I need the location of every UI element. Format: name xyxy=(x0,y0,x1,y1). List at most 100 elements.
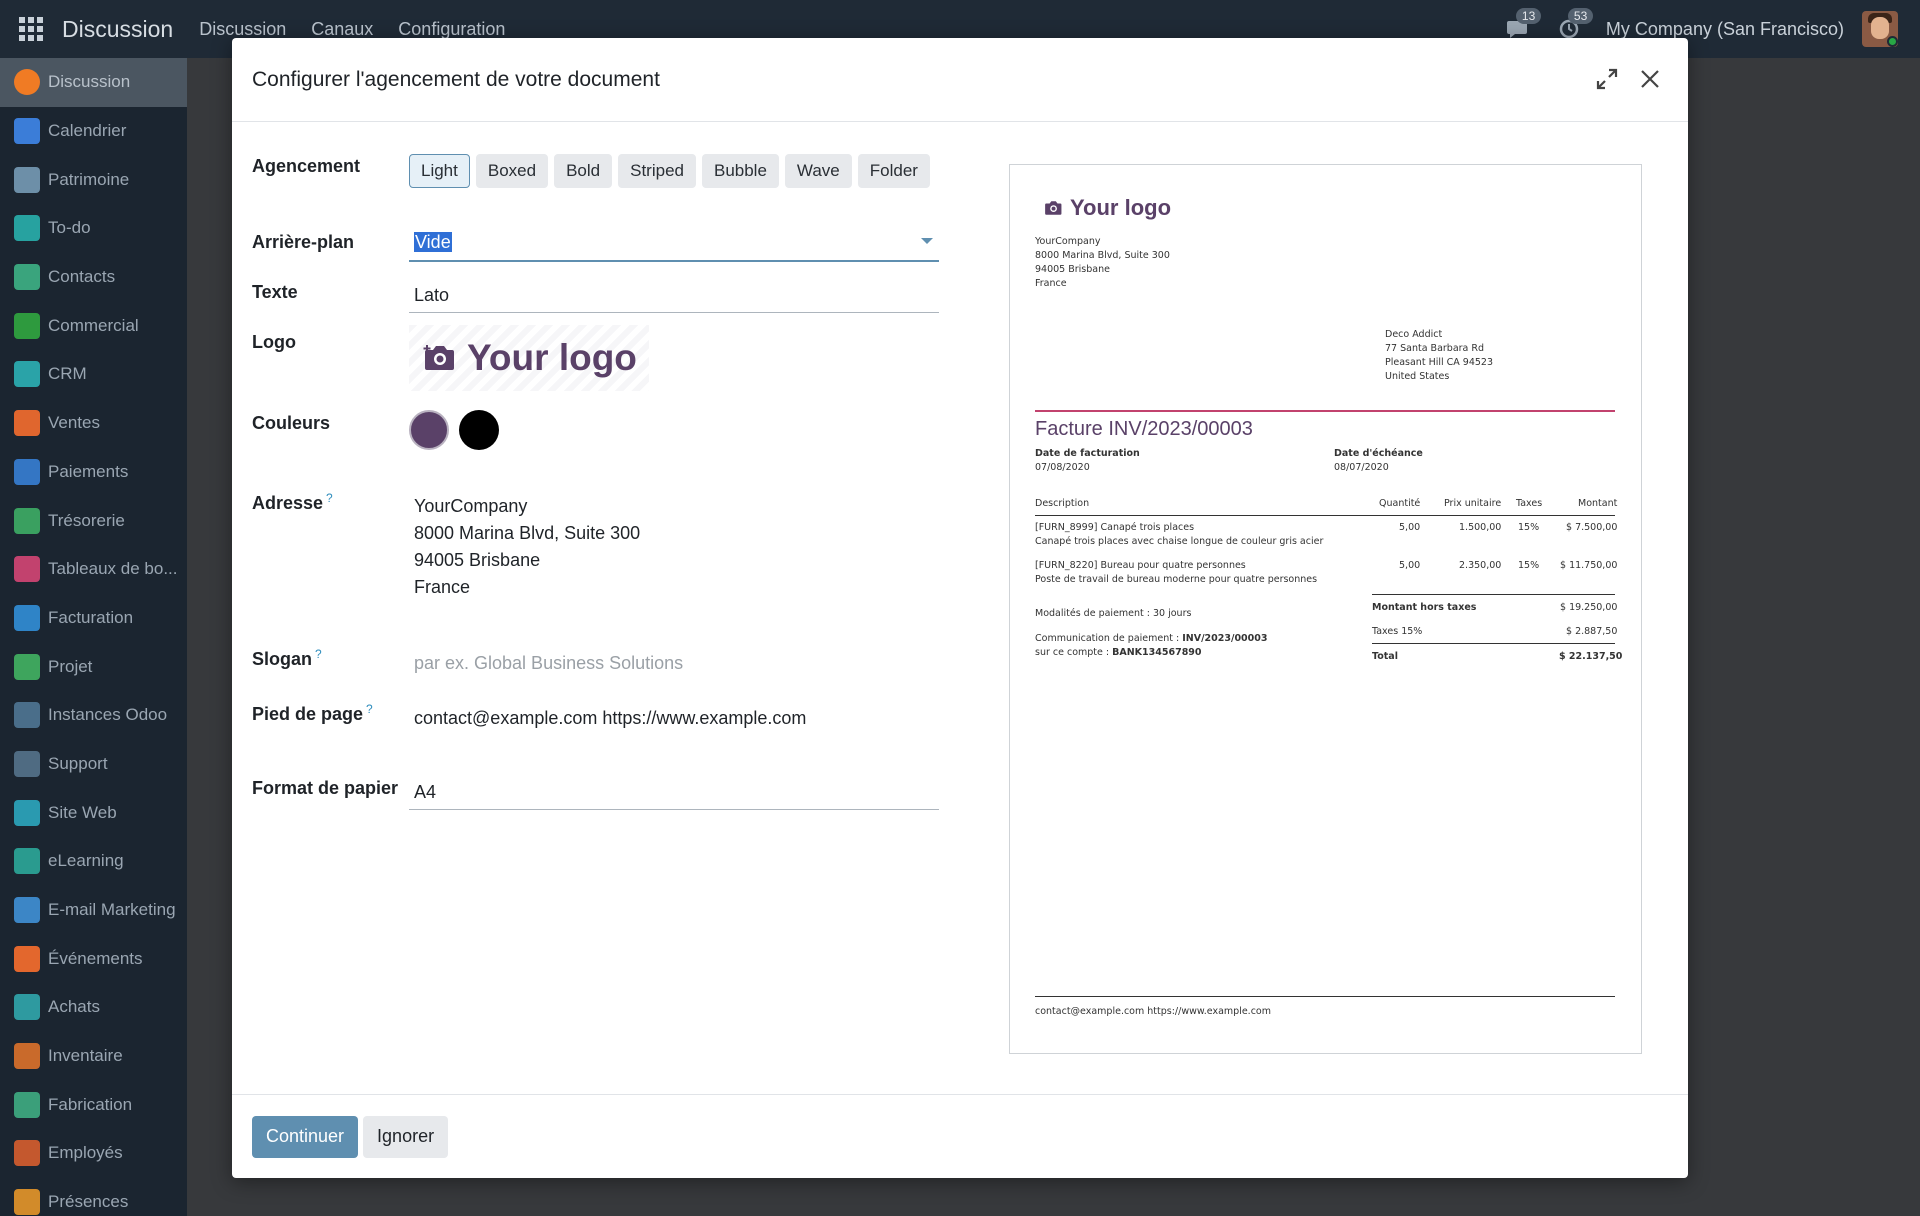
sidebar-item-email-marketing[interactable]: E-mail Marketing xyxy=(0,886,187,935)
sidebar-item-website[interactable]: Site Web xyxy=(0,788,187,837)
preview-company-address: YourCompany 8000 Marina Blvd, Suite 300 … xyxy=(1035,236,1170,289)
help-icon[interactable]: ? xyxy=(366,702,373,716)
primary-color-swatch[interactable] xyxy=(409,410,449,450)
contacts-icon xyxy=(14,264,40,291)
background-select[interactable]: Vide xyxy=(409,228,939,262)
sidebar-item-discussion[interactable]: Discussion xyxy=(0,58,187,107)
menu-configuration[interactable]: Configuration xyxy=(398,19,505,40)
instances-icon xyxy=(14,702,40,729)
tagline-input[interactable]: par ex. Global Business Solutions xyxy=(414,653,683,674)
sidebar-item-todo[interactable]: To-do xyxy=(0,204,187,253)
paper-format-select[interactable]: A4 xyxy=(409,776,939,810)
sidebar-item-payments[interactable]: Paiements xyxy=(0,448,187,497)
preview-logo: Your logo xyxy=(1044,195,1171,221)
sidebar-item-crm[interactable]: CRM xyxy=(0,350,187,399)
elearning-icon xyxy=(14,848,40,875)
preview-col-quantity: Quantité xyxy=(1379,498,1421,509)
sidebar-item-commercial[interactable]: Commercial xyxy=(0,301,187,350)
help-icon[interactable]: ? xyxy=(326,491,333,505)
sidebar-item-inventory[interactable]: Inventaire xyxy=(0,1032,187,1081)
preview-logo-text: Your logo xyxy=(1070,195,1172,220)
app-sidebar: Discussion Calendrier Patrimoine To-do Conta… xyxy=(0,58,187,1216)
sidebar-item-employees[interactable]: Employés xyxy=(0,1129,187,1178)
sidebar-item-manufacturing[interactable]: Fabrication xyxy=(0,1080,187,1129)
sidebar-item-label: Support xyxy=(48,753,108,773)
preview-line-tax: 15% xyxy=(1518,522,1540,533)
sidebar-item-label: Instances Odoo xyxy=(48,705,168,725)
sidebar-item-project[interactable]: Projet xyxy=(0,642,187,691)
sidebar-item-elearning[interactable]: eLearning xyxy=(0,837,187,886)
sidebar-item-label: Projet xyxy=(48,656,93,676)
preview-line-amount: $ 7.500,00 xyxy=(1566,522,1618,533)
layout-option-bold[interactable]: Bold xyxy=(554,154,613,188)
sidebar-item-treasury[interactable]: Trésorerie xyxy=(0,496,187,545)
preview-total-rule xyxy=(1372,643,1615,644)
font-value: Lato xyxy=(414,285,450,305)
sidebar-item-sales[interactable]: Ventes xyxy=(0,399,187,448)
app-brand[interactable]: Discussion xyxy=(62,16,173,43)
close-button[interactable] xyxy=(1635,64,1665,94)
colors-label: Couleurs xyxy=(252,413,331,433)
manufacturing-icon xyxy=(14,1091,40,1118)
address-line: YourCompany xyxy=(414,496,528,516)
preview-total-value: $ 22.137,50 xyxy=(1559,651,1623,662)
preview-tax-label: Taxes 15% xyxy=(1372,626,1423,637)
sidebar-item-assets[interactable]: Patrimoine xyxy=(0,155,187,204)
payments-icon xyxy=(14,458,40,485)
font-select[interactable]: Lato xyxy=(409,281,939,313)
sidebar-item-purchase[interactable]: Achats xyxy=(0,983,187,1032)
sidebar-item-dashboards[interactable]: Tableaux de bo... xyxy=(0,545,187,594)
sidebar-item-label: Calendrier xyxy=(48,121,127,141)
sidebar-item-label: eLearning xyxy=(48,851,124,871)
messages-count-badge: 13 xyxy=(1515,8,1542,24)
menu-canaux[interactable]: Canaux xyxy=(311,19,373,40)
continue-button[interactable]: Continuer xyxy=(252,1115,359,1158)
sidebar-item-label: Contacts xyxy=(48,267,116,287)
user-avatar[interactable] xyxy=(1862,11,1898,47)
secondary-color-swatch[interactable] xyxy=(459,410,499,450)
sidebar-item-contacts[interactable]: Contacts xyxy=(0,253,187,302)
layout-option-bubble[interactable]: Bubble xyxy=(701,154,779,188)
document-preview: Your logo YourCompany 8000 Marina Blvd, … xyxy=(1009,164,1642,1054)
layout-label: Agencement xyxy=(252,156,361,176)
preview-col-description: Description xyxy=(1035,498,1090,509)
sidebar-item-support[interactable]: Support xyxy=(0,740,187,789)
preview-col-taxes: Taxes xyxy=(1516,498,1543,509)
app-menu-icon[interactable] xyxy=(0,0,62,58)
activities-count-badge: 53 xyxy=(1567,8,1594,24)
sidebar-item-calendar[interactable]: Calendrier xyxy=(0,107,187,156)
document-layout-dialog: Configurer l'agencement de votre documen… xyxy=(232,38,1688,1178)
sidebar-item-invoicing[interactable]: Facturation xyxy=(0,594,187,643)
expand-icon xyxy=(1596,68,1618,90)
project-icon xyxy=(14,653,40,680)
preview-invoice-title: Facture INV/2023/00003 xyxy=(1035,418,1253,440)
sidebar-item-label: Paiements xyxy=(48,461,129,481)
preview-payment-terms: Modalités de paiement : 30 jours xyxy=(1035,608,1192,619)
sidebar-item-instances[interactable]: Instances Odoo xyxy=(0,691,187,740)
footer-input[interactable]: contact@example.com https://www.example.… xyxy=(414,708,806,729)
menu-discussion[interactable]: Discussion xyxy=(199,19,286,40)
sidebar-item-attendances[interactable]: Présences xyxy=(0,1178,187,1216)
logo-upload[interactable]: Your logo xyxy=(409,325,649,391)
layout-option-folder[interactable]: Folder xyxy=(857,154,930,188)
preview-table-rule xyxy=(1035,515,1615,516)
layout-option-light[interactable]: Light xyxy=(409,154,470,188)
preview-due-date: Date d'échéance 08/07/2020 xyxy=(1334,448,1423,473)
sidebar-item-label: To-do xyxy=(48,218,91,238)
website-icon xyxy=(14,799,40,826)
layout-option-boxed[interactable]: Boxed xyxy=(475,154,549,188)
company-switcher[interactable]: My Company (San Francisco) xyxy=(1606,19,1844,40)
help-icon[interactable]: ? xyxy=(315,647,322,661)
layout-option-striped[interactable]: Striped xyxy=(618,154,696,188)
preview-line-amount: $ 11.750,00 xyxy=(1560,560,1618,571)
preview-footer-rule xyxy=(1035,996,1615,997)
sidebar-item-label: Événements xyxy=(48,948,143,968)
font-label: Texte xyxy=(252,282,298,302)
ignore-button[interactable]: Ignorer xyxy=(363,1115,449,1158)
sidebar-item-events[interactable]: Événements xyxy=(0,934,187,983)
address-line: France xyxy=(414,577,471,597)
inventory-icon xyxy=(14,1043,40,1070)
discussion-icon xyxy=(14,69,40,96)
layout-option-wave[interactable]: Wave xyxy=(784,154,852,188)
expand-button[interactable] xyxy=(1592,64,1622,94)
